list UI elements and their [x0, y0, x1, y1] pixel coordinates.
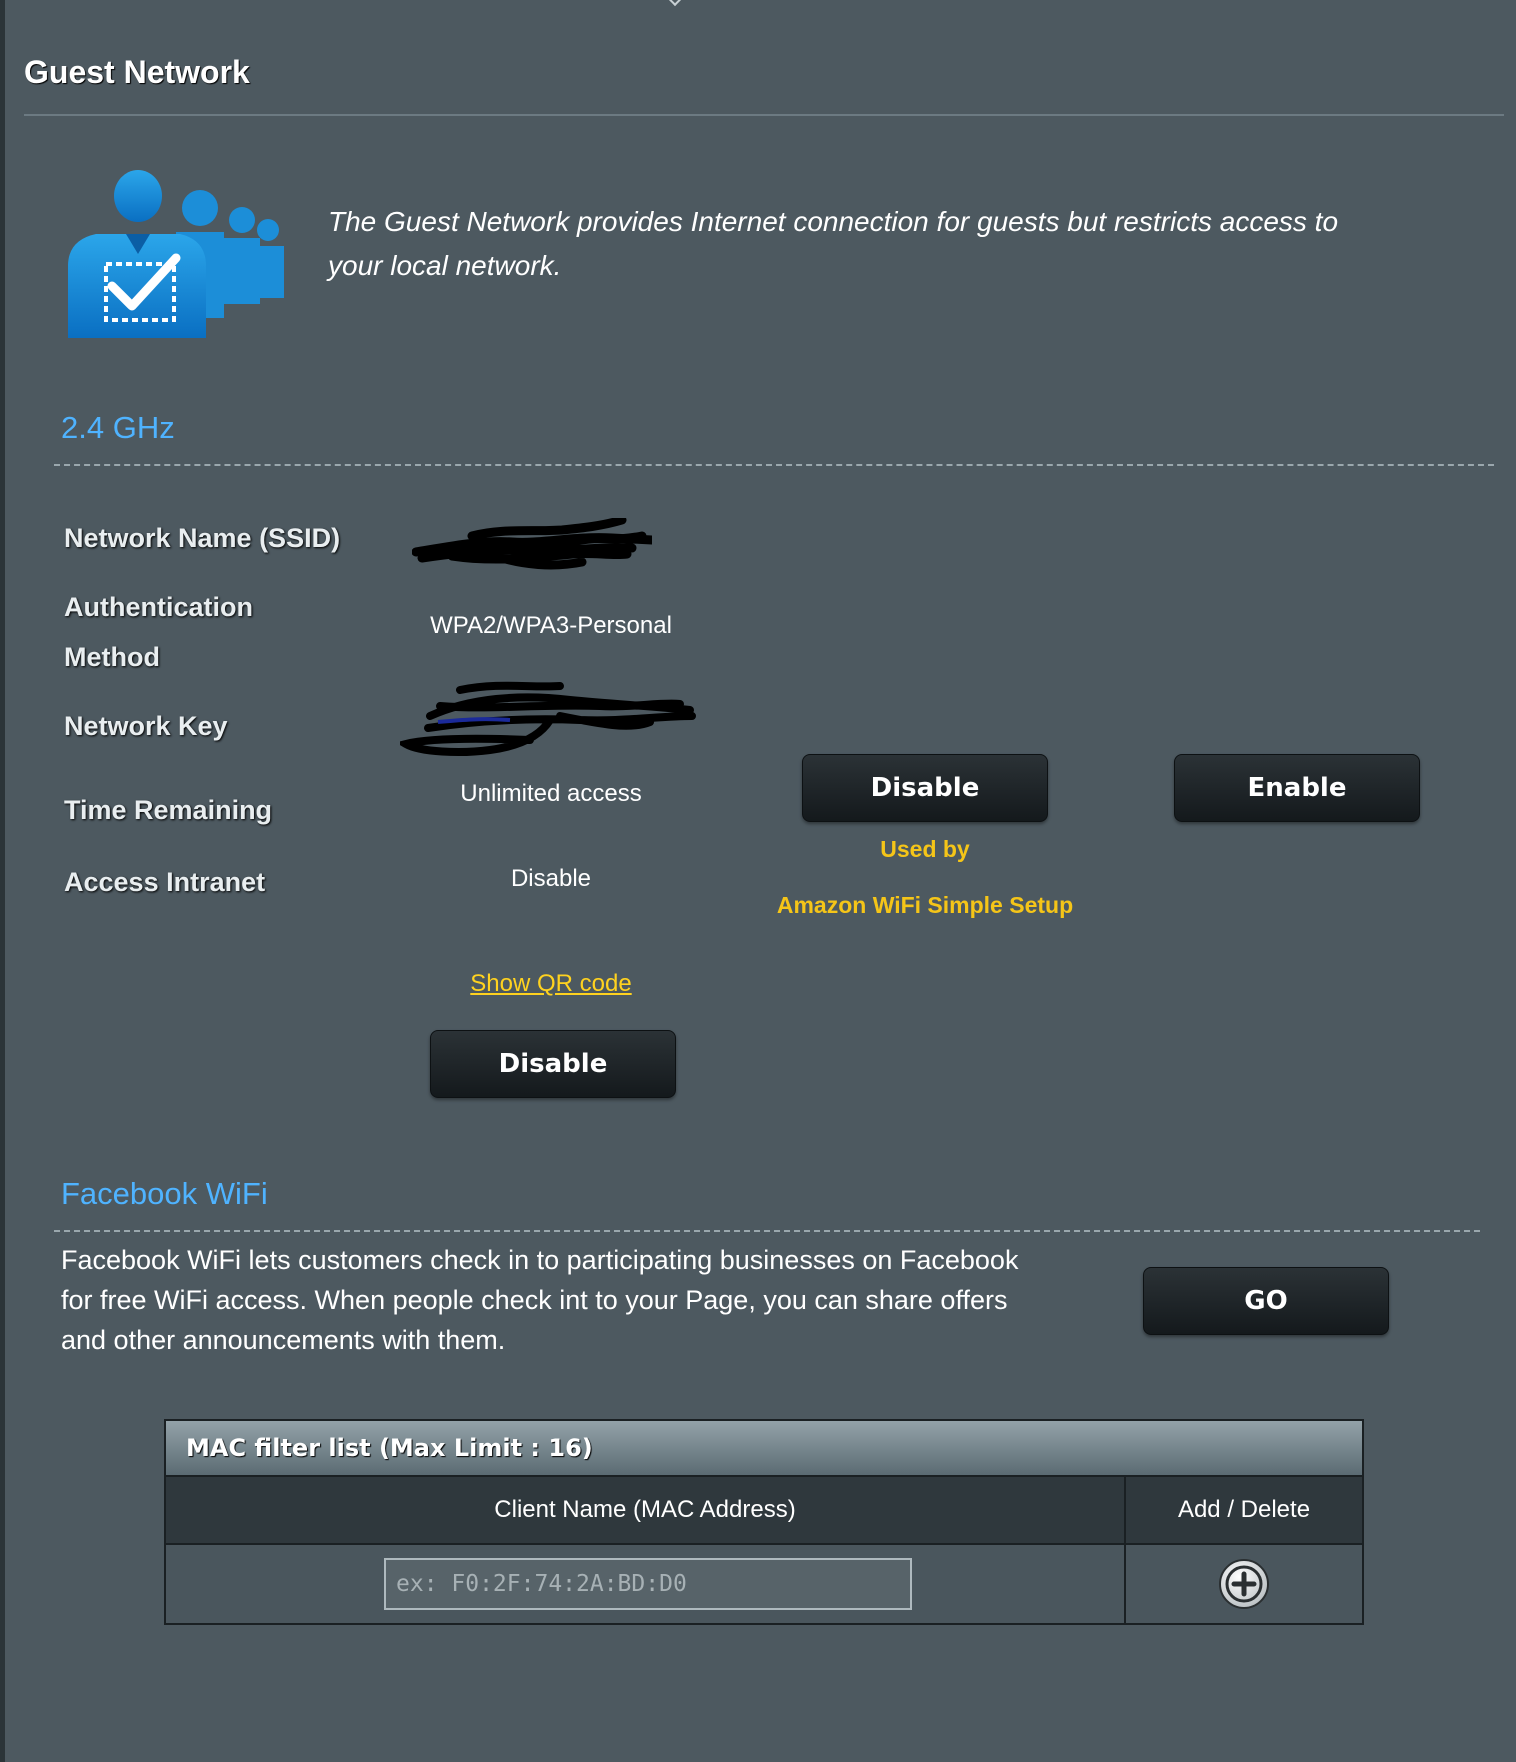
label-time-remaining: Time Remaining	[64, 795, 273, 825]
guest-users-check-icon	[68, 170, 284, 338]
column-header-add-delete: Add / Delete	[1177, 1496, 1311, 1523]
section-title-24ghz: 2.4 GHz	[61, 410, 175, 445]
mac-filter-table: MAC filter list (Max Limit : 16) Client …	[164, 1419, 1364, 1625]
title-divider	[24, 114, 1504, 116]
facebook-wifi-text-line2: for free WiFi access. When people check …	[61, 1285, 1008, 1315]
redacted-key-scribble	[400, 681, 696, 756]
label-auth-line1: Authentication	[64, 592, 253, 622]
page-title: Guest Network	[24, 54, 250, 90]
show-qr-code-link[interactable]: Show QR code	[370, 970, 732, 998]
add-cell	[1126, 1545, 1362, 1623]
value-time-remaining: Unlimited access	[460, 780, 642, 807]
label-auth-line2: Method	[64, 642, 160, 672]
add-circle-icon[interactable]	[1217, 1557, 1271, 1611]
intro-description: The Guest Network provides Internet conn…	[328, 206, 1339, 281]
left-edge-bar	[0, 0, 5, 1762]
mac-filter-input-row	[166, 1545, 1362, 1623]
disable-guest-slot2-button[interactable]: Disable	[802, 754, 1048, 822]
section-divider-24ghz	[54, 464, 1494, 466]
section-divider-facebook-wifi	[54, 1230, 1480, 1232]
facebook-wifi-text-line3: and other announcements with them.	[61, 1325, 506, 1355]
value-auth-method: WPA2/WPA3-Personal	[430, 612, 672, 639]
facebook-wifi-description: Facebook WiFi lets customers check in to…	[61, 1240, 1071, 1360]
mac-filter-title: MAC filter list (Max Limit : 16)	[166, 1421, 1362, 1477]
mac-input-cell	[166, 1545, 1126, 1623]
facebook-wifi-go-button[interactable]: GO	[1143, 1267, 1389, 1335]
used-by-label: Used by	[880, 836, 970, 862]
label-access-intranet: Access Intranet	[64, 867, 266, 897]
column-header-client-name: Client Name (MAC Address)	[166, 1477, 1126, 1543]
disable-guest-24ghz-button[interactable]: Disable	[430, 1030, 676, 1098]
redacted-ssid-scribble	[412, 518, 652, 570]
chevron-down-icon	[667, 0, 683, 7]
value-access-intranet: Disable	[510, 865, 592, 892]
enable-guest-slot3-button[interactable]: Enable	[1174, 754, 1420, 822]
label-ssid: Network Name (SSID)	[64, 523, 341, 553]
mac-address-input[interactable]	[384, 1558, 912, 1610]
section-title-facebook-wifi: Facebook WiFi	[61, 1176, 268, 1211]
mac-filter-column-headers: Client Name (MAC Address) Add / Delete	[166, 1477, 1362, 1545]
facebook-wifi-text-line1: Facebook WiFi lets customers check in to…	[61, 1245, 1019, 1275]
used-by-app-name: Amazon WiFi Simple Setup	[776, 892, 1074, 918]
label-network-key: Network Key	[64, 711, 228, 741]
